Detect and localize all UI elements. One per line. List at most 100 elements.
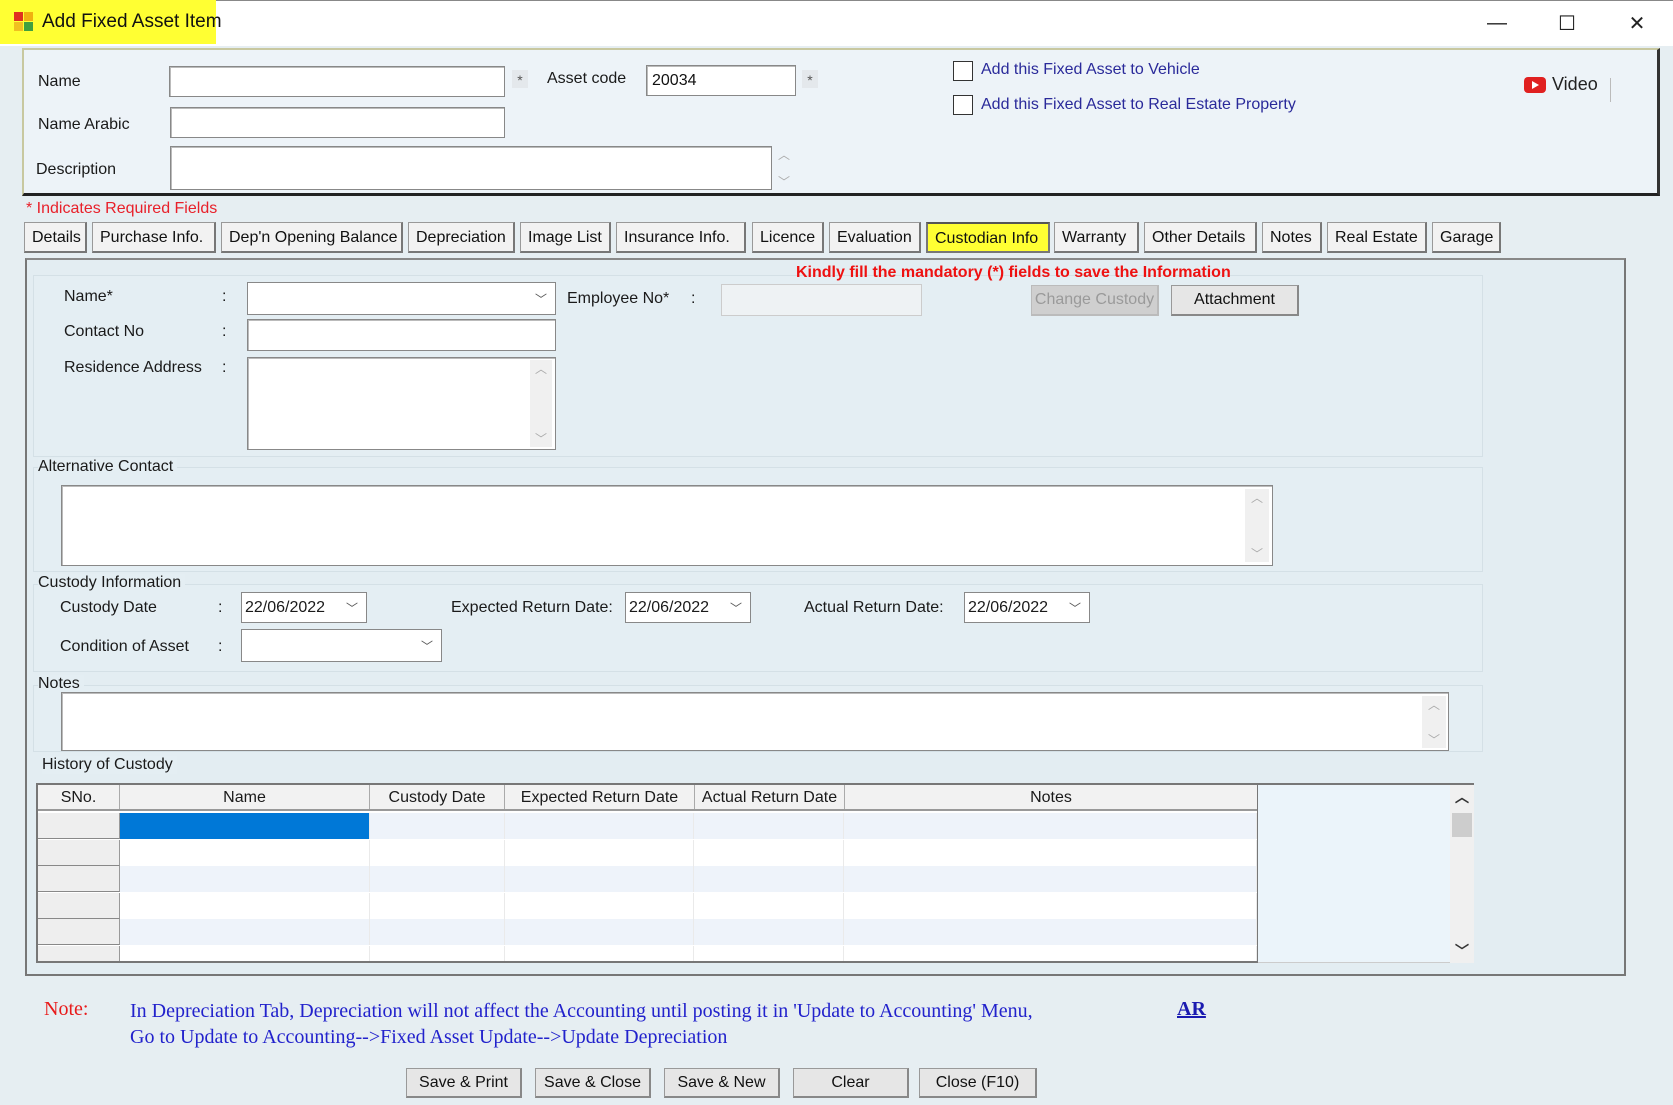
actual-return-date-picker[interactable]: 22/06/2022 ﹀ [964,592,1090,623]
column-header[interactable]: Actual Return Date [695,785,845,809]
alternative-contact-textarea[interactable] [61,485,1273,566]
tab-details[interactable]: Details [24,222,87,253]
table-row[interactable] [38,945,1257,961]
tab-custodian-info[interactable]: Custodian Info [926,222,1050,253]
table-cell[interactable] [120,919,370,945]
tab-evaluation[interactable]: Evaluation [829,222,921,253]
scroll-up-icon[interactable]: ︿ [1450,787,1474,807]
table-cell[interactable] [694,813,845,839]
table-cell[interactable] [505,839,695,866]
maximize-button[interactable]: ☐ [1544,6,1590,40]
asset-code-input[interactable] [646,65,796,96]
residence-address-textarea[interactable] [247,357,556,450]
custody-date-picker[interactable]: 22/06/2022 ﹀ [241,592,367,623]
table-cell[interactable] [120,866,370,892]
tab-garage[interactable]: Garage [1432,222,1501,253]
table-cell[interactable] [505,866,695,892]
row-header-cell[interactable] [38,945,120,961]
save-close-button[interactable]: Save & Close [535,1068,651,1098]
tab-insurance-info[interactable]: Insurance Info. [616,222,746,253]
tab-dep-n-opening-balance[interactable]: Dep'n Opening Balance [221,222,403,253]
tab-purchase-info[interactable]: Purchase Info. [92,222,216,253]
table-cell[interactable] [119,813,370,839]
column-header[interactable]: SNo. [38,785,120,809]
table-cell[interactable] [370,919,505,945]
column-header[interactable]: Name [120,785,370,809]
row-header-cell[interactable] [38,866,120,892]
table-cell[interactable] [505,813,695,839]
table-cell[interactable] [120,839,370,866]
tab-depreciation[interactable]: Depreciation [408,222,515,253]
scroll-down-icon[interactable]: ﹀ [1450,941,1474,961]
history-grid-scrollbar[interactable]: ︿ ﹀ [1450,783,1474,963]
name-input[interactable] [169,66,505,97]
notes-scrollbar[interactable]: ︿ ﹀ [1422,696,1446,748]
save-print-button[interactable]: Save & Print [406,1068,522,1098]
table-cell[interactable] [844,866,1257,892]
table-cell[interactable] [505,919,695,945]
real-estate-checkbox-label[interactable]: Add this Fixed Asset to Real Estate Prop… [981,96,1296,114]
table-cell[interactable] [370,839,505,866]
table-row[interactable] [38,919,1257,945]
table-cell[interactable] [694,866,845,892]
name-arabic-input[interactable] [170,107,505,138]
row-header-cell[interactable] [38,892,120,919]
table-cell[interactable] [370,892,505,919]
alternative-contact-scrollbar[interactable]: ︿ ﹀ [1245,489,1269,562]
row-header-cell[interactable] [38,919,120,945]
scrollbar-thumb[interactable] [1452,813,1472,837]
table-cell[interactable] [844,892,1257,919]
table-cell[interactable] [120,945,370,961]
description-textarea[interactable] [170,146,772,190]
attachment-button[interactable]: Attachment [1171,285,1299,316]
column-header[interactable]: Custody Date [370,785,505,809]
employee-no-input[interactable] [721,284,922,316]
row-header-cell[interactable] [38,839,120,866]
table-cell[interactable] [844,945,1257,961]
close-window-button[interactable]: ✕ [1614,6,1660,40]
custodian-name-combobox[interactable]: ﹀ [247,282,556,315]
table-cell[interactable] [120,892,370,919]
table-row[interactable] [38,866,1257,892]
table-cell[interactable] [844,919,1257,945]
table-cell[interactable] [505,892,695,919]
real-estate-checkbox[interactable] [953,95,973,115]
table-cell[interactable] [505,945,695,961]
notes-textarea[interactable] [61,692,1449,751]
contact-no-input[interactable] [247,319,556,351]
table-row[interactable] [38,813,1257,839]
ar-language-link[interactable]: AR [1177,998,1206,1021]
video-button[interactable]: Video [1524,74,1598,95]
table-cell[interactable] [844,839,1257,866]
table-row[interactable] [38,892,1257,919]
change-custody-button[interactable]: Change Custody [1031,285,1159,316]
table-cell[interactable] [844,813,1257,839]
vehicle-checkbox[interactable] [953,61,973,81]
description-scrollbar[interactable]: ︿ ﹀ [774,146,794,190]
vehicle-checkbox-label[interactable]: Add this Fixed Asset to Vehicle [981,61,1200,79]
save-new-button[interactable]: Save & New [664,1068,780,1098]
tab-other-details[interactable]: Other Details [1144,222,1257,253]
minimize-button[interactable]: — [1474,6,1520,40]
tab-image-list[interactable]: Image List [520,222,611,253]
table-cell[interactable] [370,866,505,892]
column-header[interactable]: Notes [845,785,1257,809]
tab-licence[interactable]: Licence [752,222,824,253]
table-cell[interactable] [694,839,845,866]
tab-warranty[interactable]: Warranty [1054,222,1139,253]
tab-real-estate[interactable]: Real Estate [1327,222,1427,253]
table-cell[interactable] [370,945,505,961]
tab-notes[interactable]: Notes [1262,222,1322,253]
close-f10-button[interactable]: Close (F10) [919,1068,1037,1098]
table-cell[interactable] [694,945,845,961]
table-row[interactable] [38,839,1257,866]
residence-address-scrollbar[interactable]: ︿ ﹀ [530,360,552,447]
condition-of-asset-combobox[interactable]: ﹀ [241,629,442,662]
row-header-cell[interactable] [38,813,120,839]
column-header[interactable]: Expected Return Date [505,785,695,809]
clear-button[interactable]: Clear [793,1068,909,1098]
expected-return-date-picker[interactable]: 22/06/2022 ﹀ [625,592,751,623]
table-cell[interactable] [694,892,845,919]
table-cell[interactable] [370,813,505,839]
table-cell[interactable] [694,919,845,945]
